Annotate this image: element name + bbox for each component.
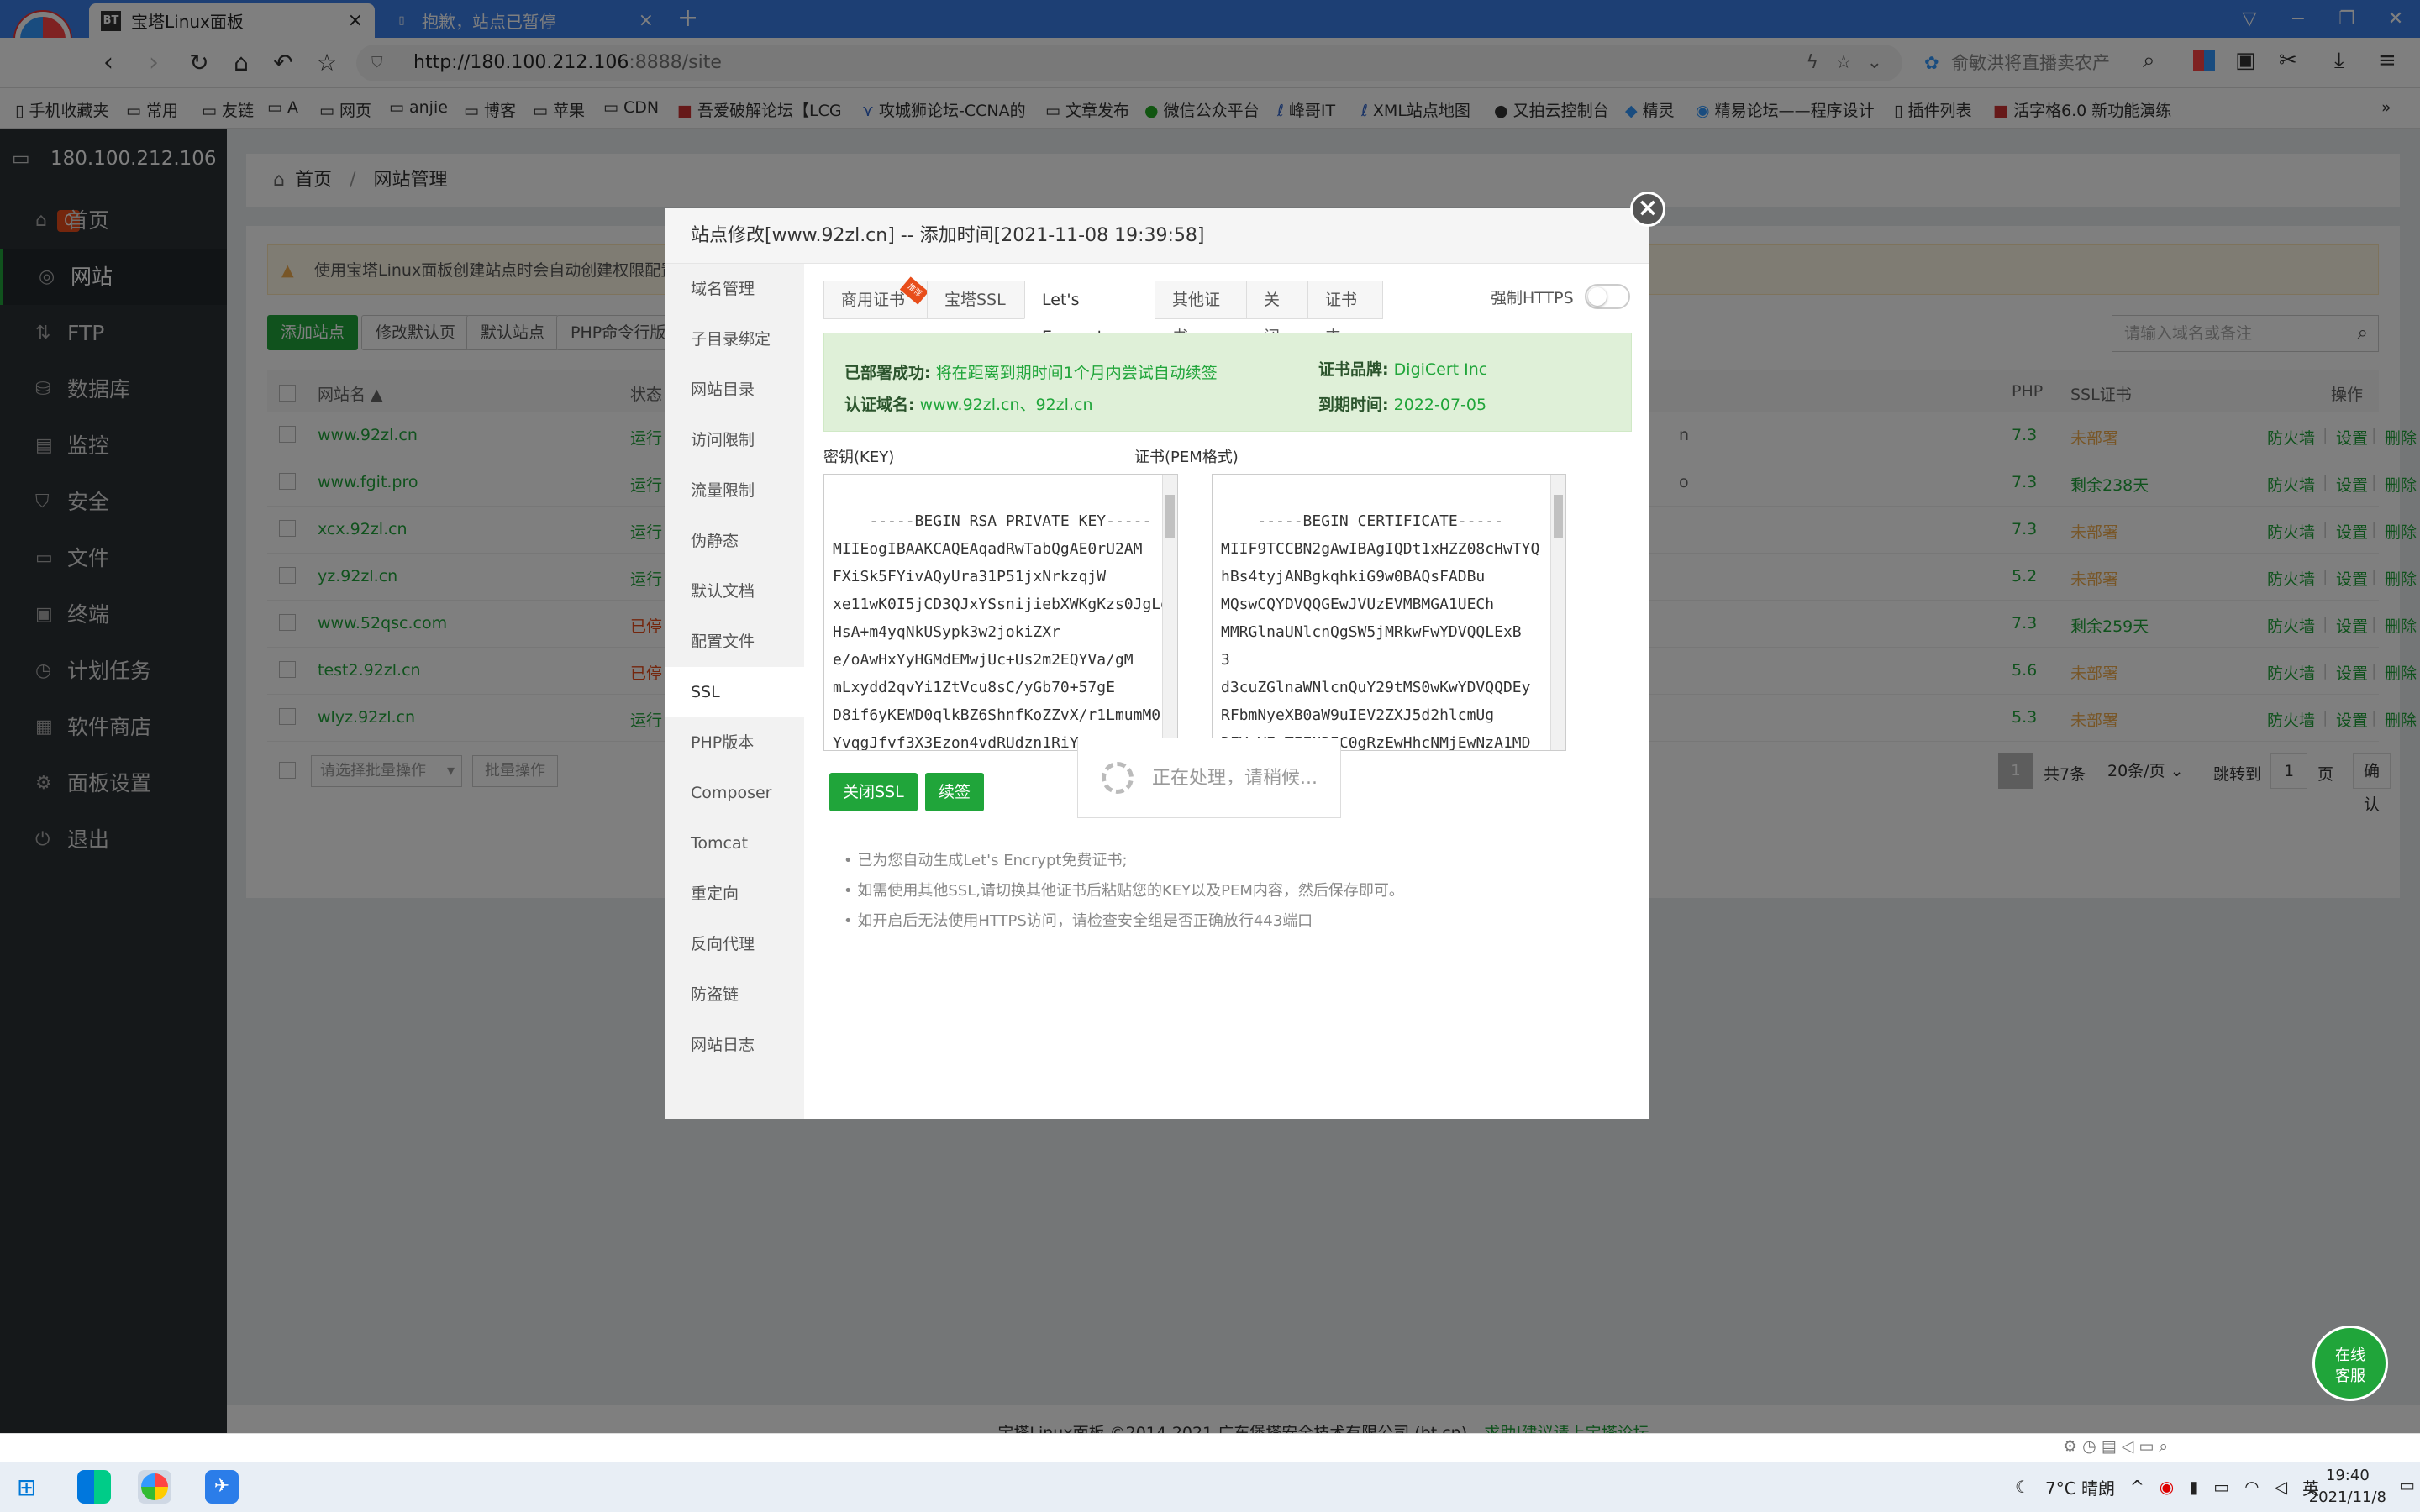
key-scrollbar[interactable] — [1162, 475, 1177, 750]
domain-label: 认证域名: — [844, 396, 915, 414]
modal-menu-item[interactable]: 网站日志 — [666, 1020, 804, 1070]
site-edit-modal: 站点修改[www.92zl.cn] -- 添加时间[2021-11-08 19:… — [666, 192, 1665, 1119]
modal-menu: 域名管理 子目录绑定 网站目录 访问限制 流量限制 伪静态 默认文档 配置文件 SSL PHP版本… — [666, 264, 804, 1119]
browser-status-bar: ⚙ ◷ ▤ ◁ ▭ ⌕ — [0, 1433, 2420, 1462]
cert-label: 证书(PEM格式) — [1134, 449, 1239, 466]
brand-label: 证书品牌: — [1318, 360, 1389, 379]
cert-info-box: 已部署成功: 将在距离到期时间1个月内尝试自动续签 认证域名: www.92zl… — [823, 333, 1632, 432]
chat-label-1: 在线 — [2335, 1347, 2365, 1364]
status-icons: ⚙ ◷ ▤ ◁ ▭ ⌕ — [2063, 1437, 2168, 1456]
brand-text: DigiCert Inc — [1393, 360, 1488, 379]
tip-item: • 如需使用其他SSL,请切换其他证书后粘贴您的KEY以及PEM内容，然后保存即… — [844, 882, 1404, 900]
modal-menu-item[interactable]: 防盗链 — [666, 969, 804, 1020]
modal-menu-item[interactable]: PHP版本 — [666, 717, 804, 768]
tab-close-ssl[interactable]: 关闭 — [1246, 281, 1308, 346]
clock[interactable]: 19:40 2021/11/8 — [2309, 1465, 2386, 1509]
modal-menu-item[interactable]: 默认文档 — [666, 566, 804, 617]
tip-item: • 如开启后无法使用HTTPS访问，请检查安全组是否正确放行443端口 — [844, 912, 1313, 930]
tab-cert-folder[interactable]: 证书夹 — [1307, 281, 1383, 346]
modal-menu-item[interactable]: Tomcat — [666, 818, 804, 869]
close-icon[interactable]: × — [1630, 192, 1665, 227]
cert-scrollbar[interactable] — [1550, 475, 1565, 750]
force-https-toggle[interactable] — [1585, 284, 1630, 309]
clock-date: 2021/11/8 — [2308, 1488, 2386, 1506]
windows-taskbar: ⊞ ✈ ☾ 7°C 晴朗 ^ ◉ ▮ ▭ ◠ ◁ 英 19:40 2021/11… — [0, 1462, 2420, 1512]
modal-title: 站点修改[www.92zl.cn] -- 添加时间[2021-11-08 19:… — [666, 208, 1649, 264]
deployed-label: 已部署成功: — [844, 364, 931, 382]
tray-chevron-icon[interactable]: ^ — [2130, 1477, 2144, 1497]
key-textarea[interactable]: -----BEGIN RSA PRIVATE KEY----- MIIEogIB… — [823, 474, 1178, 751]
tip-item: • 已为您自动生成Let's Encrypt免费证书; — [844, 852, 1128, 869]
modal-menu-item[interactable]: 域名管理 — [666, 264, 804, 314]
browser-taskbar-icon[interactable] — [138, 1470, 171, 1504]
tab-other-cert[interactable]: 其他证书 — [1155, 281, 1247, 346]
weather-text[interactable]: 7°C 晴朗 — [2045, 1475, 2115, 1499]
windows-start-icon[interactable]: ⊞ — [17, 1473, 36, 1501]
domain-text: www.92zl.cn、92zl.cn — [919, 396, 1093, 414]
close-ssl-button[interactable]: 关闭SSL — [829, 773, 918, 811]
modal-menu-item[interactable]: 网站目录 — [666, 365, 804, 415]
record-icon[interactable]: ◉ — [2160, 1477, 2174, 1497]
renew-button[interactable]: 续签 — [925, 773, 985, 811]
modal-menu-item[interactable]: SSL — [666, 667, 804, 717]
deployed-text: 将在距离到期时间1个月内尝试自动续签 — [935, 364, 1218, 382]
spinner-icon — [1102, 762, 1134, 794]
expire-label: 到期时间: — [1318, 396, 1389, 414]
chat-label-2: 客服 — [2335, 1368, 2365, 1385]
edge-icon[interactable] — [77, 1470, 111, 1504]
cert-text: -----BEGIN CERTIFICATE----- MIIF9TCCBN2g… — [1221, 512, 1540, 751]
tab-bt-ssl[interactable]: 宝塔SSL — [927, 281, 1025, 319]
modal-menu-item[interactable]: 流量限制 — [666, 465, 804, 516]
key-label: 密钥(KEY) — [823, 449, 895, 466]
cert-textarea[interactable]: -----BEGIN CERTIFICATE----- MIIF9TCCBN2g… — [1212, 474, 1566, 751]
usb-icon[interactable]: ▮ — [2189, 1477, 2198, 1497]
modal-menu-item[interactable]: 反向代理 — [666, 919, 804, 969]
battery-icon[interactable]: ▭ — [2213, 1477, 2229, 1497]
app-taskbar-icon[interactable]: ✈ — [205, 1470, 239, 1504]
modal-menu-item[interactable]: 伪静态 — [666, 516, 804, 566]
key-text: -----BEGIN RSA PRIVATE KEY----- MIIEogIB… — [833, 512, 1178, 751]
online-support-button[interactable]: 在线 客服 — [2312, 1326, 2388, 1401]
modal-menu-item[interactable]: 配置文件 — [666, 617, 804, 667]
modal-menu-item[interactable]: 访问限制 — [666, 415, 804, 465]
clock-time: 19:40 — [2325, 1467, 2370, 1484]
tab-lets-encrypt[interactable]: Let's Encrypt — [1024, 281, 1155, 346]
system-tray: ☾ 7°C 晴朗 ^ ◉ ▮ ▭ ◠ ◁ 英 — [2015, 1462, 2319, 1512]
notification-icon[interactable]: ▭ — [2399, 1475, 2415, 1495]
modal-menu-item[interactable]: 子目录绑定 — [666, 314, 804, 365]
modal-menu-item[interactable]: Composer — [666, 768, 804, 818]
loading-toast: 正在处理，请稍候... — [1077, 738, 1341, 818]
moon-icon: ☾ — [2015, 1477, 2030, 1497]
loading-text: 正在处理，请稍候... — [1152, 768, 1318, 789]
volume-icon[interactable]: ◁ — [2275, 1477, 2287, 1497]
modal-menu-item[interactable]: 重定向 — [666, 869, 804, 919]
wifi-icon[interactable]: ◠ — [2244, 1477, 2259, 1497]
force-https-label: 强制HTTPS — [1491, 289, 1574, 307]
expire-text: 2022-07-05 — [1393, 396, 1487, 414]
